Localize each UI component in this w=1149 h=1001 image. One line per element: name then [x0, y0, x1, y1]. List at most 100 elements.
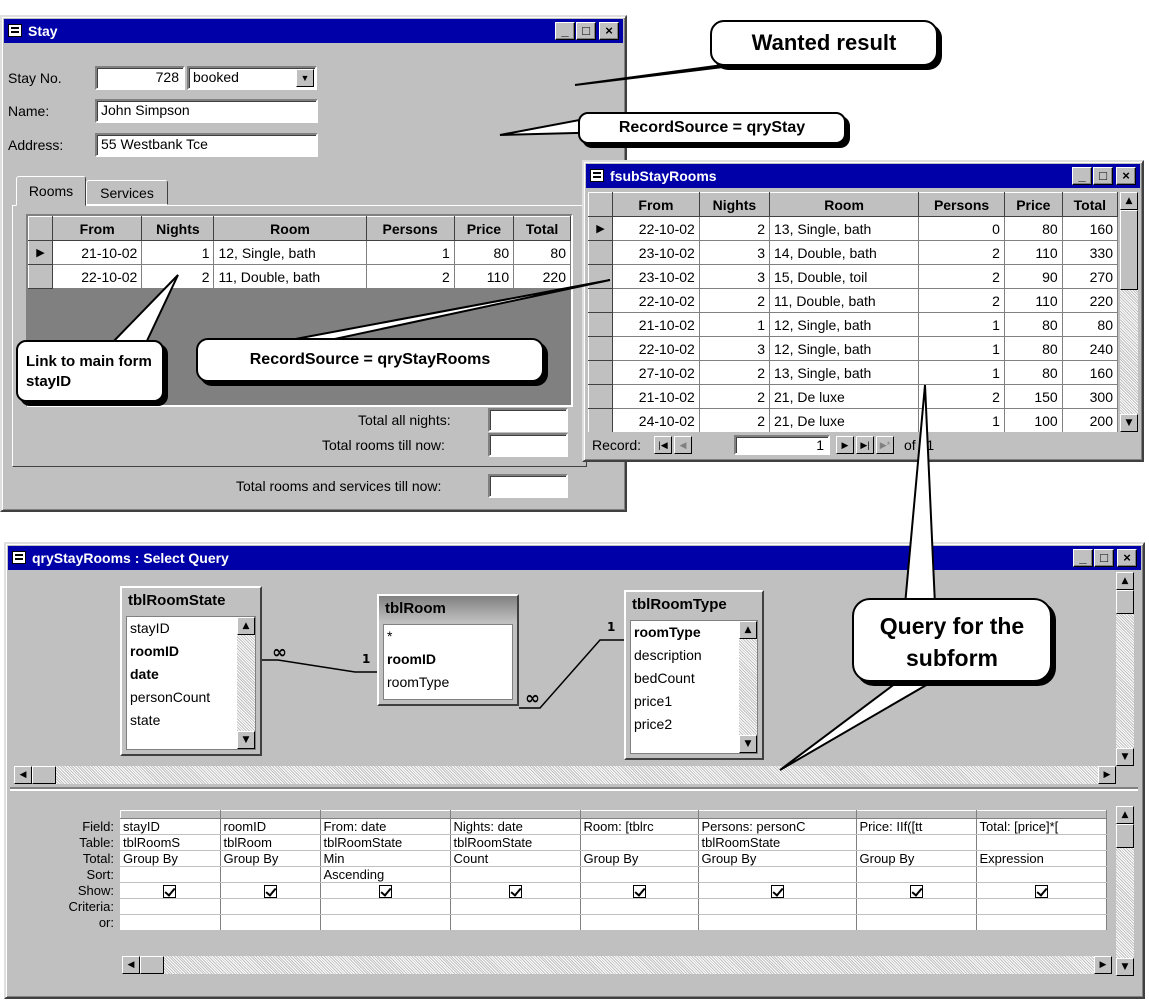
cell[interactable]: 23-10-02 [612, 240, 700, 265]
cell[interactable]: 80 [1003, 312, 1063, 337]
cell[interactable]: 90 [1003, 264, 1063, 289]
grid-cell[interactable] [698, 914, 857, 932]
scroll-thumb[interactable] [1120, 210, 1138, 290]
cell[interactable]: 240 [1061, 336, 1118, 361]
name-field[interactable]: John Simpson [95, 99, 318, 123]
cell[interactable]: 21-10-02 [612, 312, 700, 337]
grid-cell[interactable]: roomID [220, 818, 321, 835]
tab-services[interactable]: Services [86, 180, 168, 205]
cell[interactable]: 21, De luxe [768, 384, 920, 409]
current-record-icon[interactable]: ▶ [28, 240, 53, 265]
cell[interactable]: 11, Double, bath [213, 264, 367, 289]
cell[interactable]: 3 [698, 336, 771, 361]
grid-cell[interactable]: Nights: date [450, 818, 581, 835]
cell[interactable]: 2 [698, 360, 771, 385]
cell[interactable]: 110 [453, 264, 515, 289]
grid-cell[interactable]: Total: [price]*[ [976, 818, 1107, 835]
cell[interactable]: 13, Single, bath [768, 216, 920, 241]
cell[interactable]: 1 [918, 360, 1005, 385]
grid-cell[interactable] [220, 898, 321, 916]
scroll-up-icon[interactable]: ▲ [1120, 192, 1138, 210]
scroll-right-icon[interactable]: ▶ [1094, 956, 1112, 974]
grid-cell[interactable]: tblRoomS [120, 834, 221, 851]
total-rooms-services-field[interactable] [488, 474, 568, 498]
close-button[interactable]: × [1116, 167, 1136, 185]
grid-cell[interactable]: Group By [580, 850, 699, 867]
cell[interactable]: 21-10-02 [612, 384, 700, 409]
subform-vscroll[interactable]: ▲ ▼ [1120, 192, 1138, 432]
row-selector[interactable] [28, 264, 53, 289]
grid-cell[interactable] [976, 866, 1107, 883]
grid-cell[interactable] [450, 866, 581, 883]
cell[interactable]: 220 [1061, 288, 1118, 313]
grid-cell[interactable] [580, 834, 699, 851]
table-row[interactable]: 22-10-02 2 11, Double, bath 2 110 220 [28, 264, 571, 289]
grid-cell[interactable]: tblRoomState [450, 834, 581, 851]
cell[interactable]: 21, De luxe [768, 408, 920, 432]
grid-cell[interactable]: Group By [120, 850, 221, 867]
grid-cell[interactable] [320, 898, 451, 916]
stay-no-field[interactable]: 728 [95, 66, 185, 90]
row-selector[interactable] [588, 408, 613, 432]
address-field[interactable]: 55 Westbank Tce [95, 133, 318, 157]
show-checkbox[interactable] [163, 885, 177, 898]
cell[interactable]: 200 [1061, 408, 1118, 432]
grid-cell[interactable] [976, 914, 1107, 932]
show-checkbox[interactable] [263, 885, 277, 898]
cell[interactable]: 2 [918, 240, 1005, 265]
grid-cell[interactable] [856, 898, 977, 916]
cell[interactable]: 2 [918, 384, 1005, 409]
grid-cell[interactable] [120, 866, 221, 883]
grid-cell[interactable]: Group By [856, 850, 977, 867]
cell[interactable]: 2 [698, 384, 771, 409]
col-header[interactable]: From [51, 216, 143, 241]
column-selector[interactable] [855, 810, 977, 819]
cell[interactable]: 27-10-02 [612, 360, 700, 385]
cell[interactable]: 80 [1003, 216, 1063, 241]
cell[interactable]: 1 [365, 240, 455, 265]
column-selector[interactable] [975, 810, 1107, 819]
grid-cell[interactable] [220, 914, 321, 932]
grid-cell[interactable] [220, 866, 321, 883]
cell[interactable]: 2 [918, 288, 1005, 313]
cell[interactable]: 1 [918, 408, 1005, 432]
cell[interactable]: 22-10-02 [612, 216, 700, 241]
cell[interactable]: 2 [918, 264, 1005, 289]
col-header[interactable]: Nights [698, 192, 771, 217]
scroll-thumb[interactable] [1116, 590, 1134, 614]
row-selector[interactable] [588, 360, 613, 385]
table-row[interactable]: 22-10-02 3 12, Single, bath 1 80 240 [588, 336, 1118, 361]
cell[interactable]: 12, Single, bath [768, 336, 920, 361]
next-record-icon[interactable]: ▶ [836, 436, 854, 454]
grid-cell[interactable] [450, 898, 581, 916]
column-selector[interactable] [449, 810, 581, 819]
table-row[interactable]: ▶ 22-10-02 2 13, Single, bath 0 80 160 [588, 216, 1118, 241]
cell[interactable]: 160 [1061, 360, 1118, 385]
cell[interactable]: 21-10-02 [51, 240, 143, 265]
design-grid-hscroll[interactable]: ◀ ▶ [122, 956, 1112, 974]
cell[interactable]: 80 [1003, 336, 1063, 361]
prev-record-icon[interactable]: ◀ [674, 436, 692, 454]
scroll-right-icon[interactable]: ▶ [1098, 766, 1116, 784]
grid-cell[interactable] [976, 898, 1107, 916]
column-selector[interactable] [697, 810, 857, 819]
minimize-button[interactable]: _ [1072, 167, 1092, 185]
show-checkbox[interactable] [632, 885, 646, 898]
cell[interactable]: 150 [1003, 384, 1063, 409]
cell[interactable]: 13, Single, bath [768, 360, 920, 385]
cell[interactable]: 2 [141, 264, 215, 289]
cell[interactable]: 23-10-02 [612, 264, 700, 289]
scroll-down-icon[interactable]: ▼ [1116, 958, 1134, 976]
close-button[interactable]: × [1117, 549, 1137, 567]
col-header[interactable]: Total [513, 216, 571, 241]
grid-cell[interactable] [856, 866, 977, 883]
last-record-icon[interactable]: ▶| [856, 436, 874, 454]
row-selector[interactable] [588, 240, 613, 265]
show-checkbox[interactable] [378, 885, 392, 898]
tab-rooms[interactable]: Rooms [16, 176, 86, 206]
status-select[interactable]: booked ▼ [187, 66, 317, 90]
grid-cell[interactable]: Ascending [320, 866, 451, 883]
total-rooms-field[interactable] [488, 433, 568, 457]
grid-cell[interactable]: Price: IIf([tt [856, 818, 977, 835]
cell[interactable]: 22-10-02 [51, 264, 143, 289]
